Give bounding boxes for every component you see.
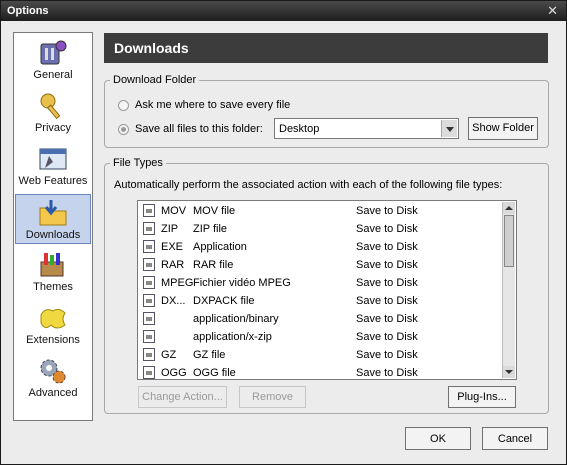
extensions-puzzle-icon bbox=[40, 308, 66, 329]
file-icon bbox=[143, 276, 155, 289]
file-extension: EXE bbox=[161, 241, 184, 253]
sidebar-item-label: Privacy bbox=[34, 122, 72, 134]
file-icon bbox=[143, 366, 155, 379]
title-bar[interactable]: Options ✕ bbox=[1, 1, 566, 21]
ask-every-file-radio[interactable] bbox=[118, 100, 129, 111]
table-row[interactable]: MOV MOV file Save to Disk bbox=[138, 202, 502, 220]
file-extension: GZ bbox=[161, 349, 177, 361]
table-row[interactable]: DX... DXPACK file Save to Disk bbox=[138, 292, 502, 310]
file-description: DXPACK file bbox=[193, 295, 255, 307]
sidebar-item-label: Web Features bbox=[18, 175, 88, 187]
file-types-list[interactable]: MOV MOV file Save to Disk ZIP ZIP file S… bbox=[137, 200, 517, 380]
sidebar-item-extensions[interactable]: Extensions bbox=[15, 300, 91, 350]
sidebar-item-downloads[interactable]: Downloads bbox=[15, 194, 91, 244]
file-action: Save to Disk bbox=[356, 241, 418, 253]
file-extension: MPEG bbox=[161, 277, 194, 289]
advanced-gears-icon bbox=[40, 359, 66, 384]
plugins-button[interactable]: Plug-Ins... bbox=[448, 386, 516, 408]
sidebar-item-themes[interactable]: Themes bbox=[15, 247, 91, 297]
table-row[interactable]: MPEG Fichier vidéo MPEG Save to Disk bbox=[138, 274, 502, 292]
file-description: OGG file bbox=[193, 367, 236, 379]
file-extension: OGG bbox=[161, 367, 187, 379]
file-icon bbox=[143, 294, 155, 307]
download-folder-label: Download Folder bbox=[110, 74, 200, 86]
file-description: application/x-zip bbox=[193, 331, 272, 343]
table-row[interactable]: application/x-zip Save to Disk bbox=[138, 328, 502, 346]
sidebar-item-label: Downloads bbox=[25, 229, 81, 241]
file-extension: DX... bbox=[161, 295, 186, 307]
file-icon bbox=[143, 204, 155, 217]
themes-paint-icon bbox=[40, 253, 64, 277]
change-action-button[interactable]: Change Action... bbox=[138, 386, 227, 408]
file-types-description: Automatically perform the associated act… bbox=[114, 179, 503, 191]
file-description: ZIP file bbox=[193, 223, 228, 235]
table-row[interactable]: EXE Application Save to Disk bbox=[138, 238, 502, 256]
file-description: Fichier vidéo MPEG bbox=[193, 277, 291, 289]
file-icon bbox=[143, 330, 155, 343]
file-description: Application bbox=[193, 241, 247, 253]
general-icon bbox=[40, 40, 67, 65]
file-action: Save to Disk bbox=[356, 349, 418, 361]
table-row[interactable]: OGG OGG file Save to Disk bbox=[138, 364, 502, 379]
list-scrollbar[interactable] bbox=[502, 202, 515, 378]
window-title: Options bbox=[7, 5, 49, 17]
sidebar-item-privacy[interactable]: Privacy bbox=[15, 88, 91, 138]
file-action: Save to Disk bbox=[356, 205, 418, 217]
file-action: Save to Disk bbox=[356, 259, 418, 271]
file-description: application/binary bbox=[193, 313, 279, 325]
options-window: Options ✕ General Privacy Web Features D… bbox=[0, 0, 567, 465]
save-all-label[interactable]: Save all files to this folder: bbox=[135, 123, 263, 135]
file-icon bbox=[143, 222, 155, 235]
web-features-icon bbox=[39, 148, 67, 170]
sidebar-item-label: Extensions bbox=[26, 334, 80, 346]
save-all-radio[interactable] bbox=[118, 124, 129, 135]
show-folder-button[interactable]: Show Folder bbox=[468, 117, 538, 140]
table-row[interactable]: ZIP ZIP file Save to Disk bbox=[138, 220, 502, 238]
privacy-key-icon bbox=[40, 93, 61, 120]
file-icon bbox=[143, 258, 155, 271]
table-row[interactable]: RAR RAR file Save to Disk bbox=[138, 256, 502, 274]
category-sidebar: General Privacy Web Features Downloads T… bbox=[13, 32, 93, 421]
ok-button[interactable]: OK bbox=[405, 427, 471, 450]
scroll-down-icon[interactable] bbox=[503, 366, 515, 378]
download-folder-value: Desktop bbox=[279, 123, 320, 135]
file-description: GZ file bbox=[193, 349, 226, 361]
file-description: MOV file bbox=[193, 205, 236, 217]
file-icon bbox=[143, 312, 155, 325]
scroll-up-icon[interactable] bbox=[503, 202, 515, 214]
table-row[interactable]: application/binary Save to Disk bbox=[138, 310, 502, 328]
close-icon[interactable]: ✕ bbox=[547, 3, 558, 19]
download-folder-select[interactable]: Desktop bbox=[274, 118, 459, 139]
sidebar-item-label: Themes bbox=[33, 281, 73, 293]
file-extension: MOV bbox=[161, 205, 187, 217]
file-description: RAR file bbox=[193, 259, 234, 271]
page-title: Downloads bbox=[104, 33, 548, 63]
sidebar-item-label: General bbox=[33, 69, 73, 81]
file-extension: RAR bbox=[161, 259, 185, 271]
file-types-label: File Types bbox=[110, 157, 166, 169]
file-action: Save to Disk bbox=[356, 313, 418, 325]
file-action: Save to Disk bbox=[356, 277, 418, 289]
table-row[interactable]: GZ GZ file Save to Disk bbox=[138, 346, 502, 364]
sidebar-item-general[interactable]: General bbox=[15, 35, 91, 85]
file-icon bbox=[143, 348, 155, 361]
sidebar-item-advanced[interactable]: Advanced bbox=[15, 353, 91, 403]
sidebar-item-label: Advanced bbox=[28, 387, 78, 399]
downloads-folder-icon bbox=[39, 200, 67, 226]
sidebar-item-web-features[interactable]: Web Features bbox=[15, 141, 91, 191]
file-action: Save to Disk bbox=[356, 367, 418, 379]
file-action: Save to Disk bbox=[356, 331, 418, 343]
file-icon bbox=[143, 240, 155, 253]
scroll-thumb[interactable] bbox=[504, 215, 514, 267]
cancel-button[interactable]: Cancel bbox=[482, 427, 548, 450]
chevron-down-icon[interactable] bbox=[441, 120, 457, 137]
file-action: Save to Disk bbox=[356, 295, 418, 307]
file-extension: ZIP bbox=[161, 223, 179, 235]
ask-every-file-label[interactable]: Ask me where to save every file bbox=[135, 99, 290, 111]
remove-button[interactable]: Remove bbox=[239, 386, 306, 408]
file-action: Save to Disk bbox=[356, 223, 418, 235]
